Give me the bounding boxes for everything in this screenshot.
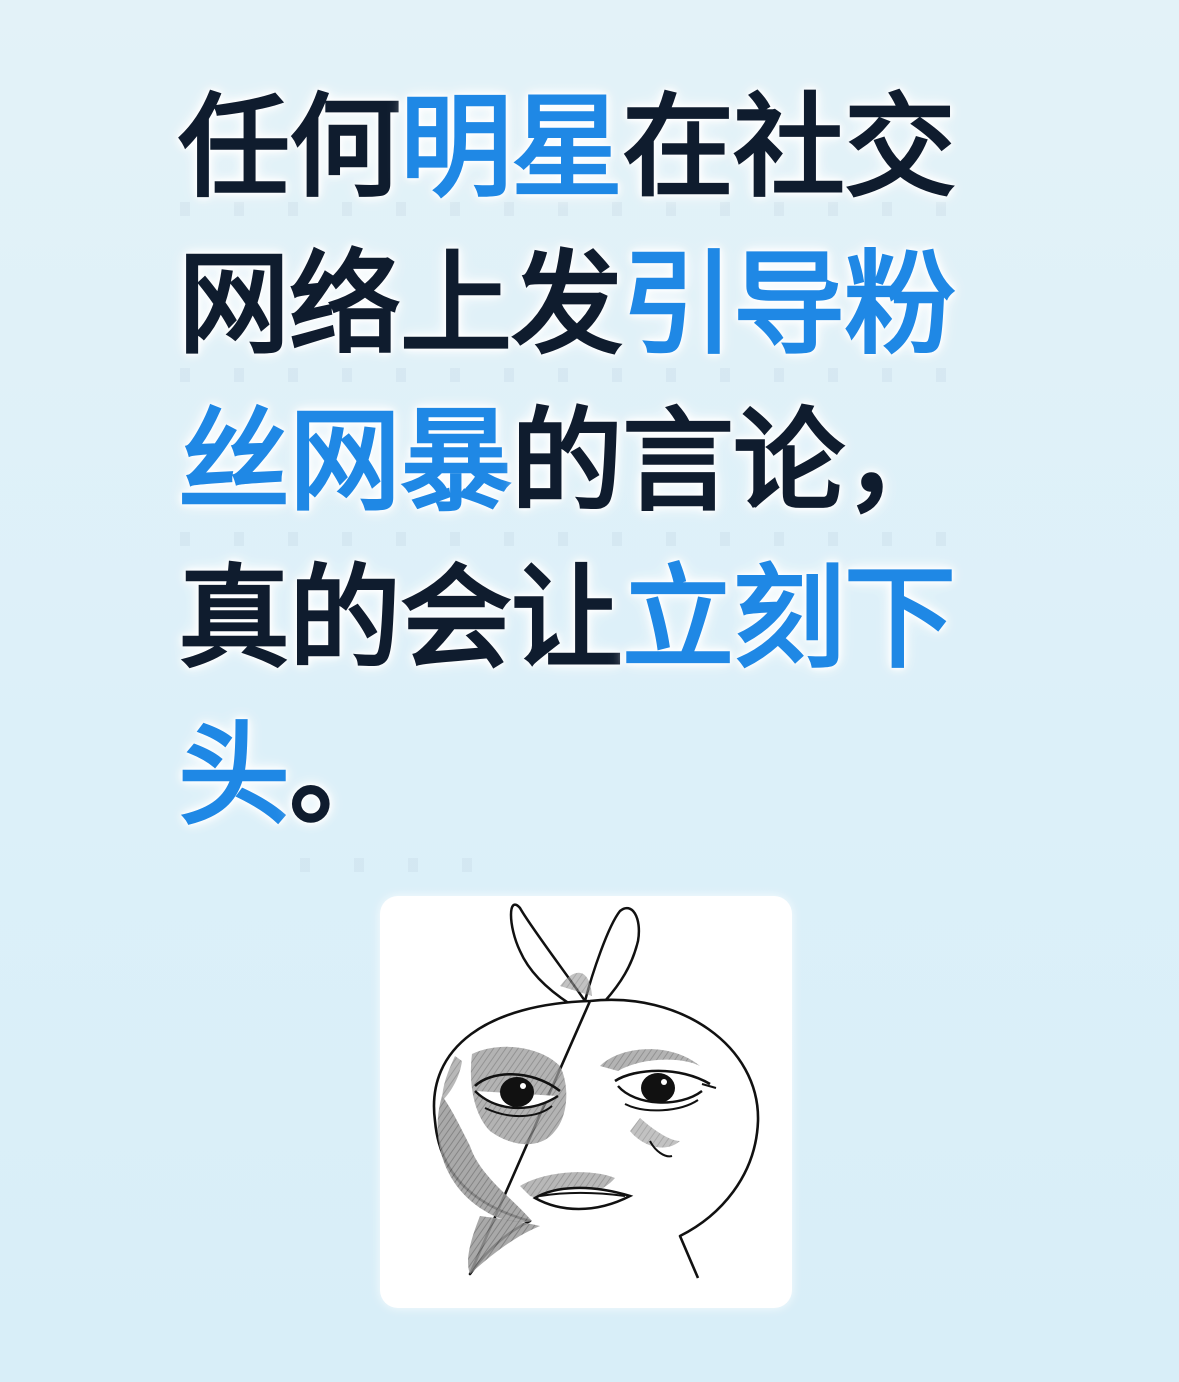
headline-text-segment: 。 xyxy=(289,711,401,841)
headline-line-2: 网络上发引导粉 xyxy=(178,227,998,384)
headline-text-segment: 任何 xyxy=(178,83,401,213)
headline-highlight-segment: 明星 xyxy=(400,83,623,213)
headline-highlight-segment: 引导粉 xyxy=(622,240,956,370)
headline-text-segment: 在社交 xyxy=(622,83,956,213)
headline-text-segment: 真的会让 xyxy=(178,554,623,684)
headline-text-segment: 网络上发 xyxy=(178,240,623,370)
meme-sticker xyxy=(380,896,792,1308)
headline-line-3: 丝网暴的言论， xyxy=(178,384,998,541)
headline-line-5: 头。 xyxy=(178,698,998,855)
headline-highlight-segment: 头 xyxy=(178,711,290,841)
post-image: { "headline": { "line1": {"t1": "任何", "h… xyxy=(0,0,1179,1382)
bunny-meme-icon xyxy=(432,903,760,1279)
headline-line-1: 任何明星在社交 xyxy=(178,70,998,227)
headline-text-segment: 的言论， xyxy=(511,397,956,527)
headline-highlight-segment: 丝网暴 xyxy=(178,397,512,527)
background-texture xyxy=(300,858,500,872)
headline-highlight-segment: 立刻下 xyxy=(622,554,956,684)
headline-line-4: 真的会让立刻下 xyxy=(178,541,998,698)
headline-text: 任何明星在社交 网络上发引导粉 丝网暴的言论， 真的会让立刻下 头。 xyxy=(178,70,998,855)
